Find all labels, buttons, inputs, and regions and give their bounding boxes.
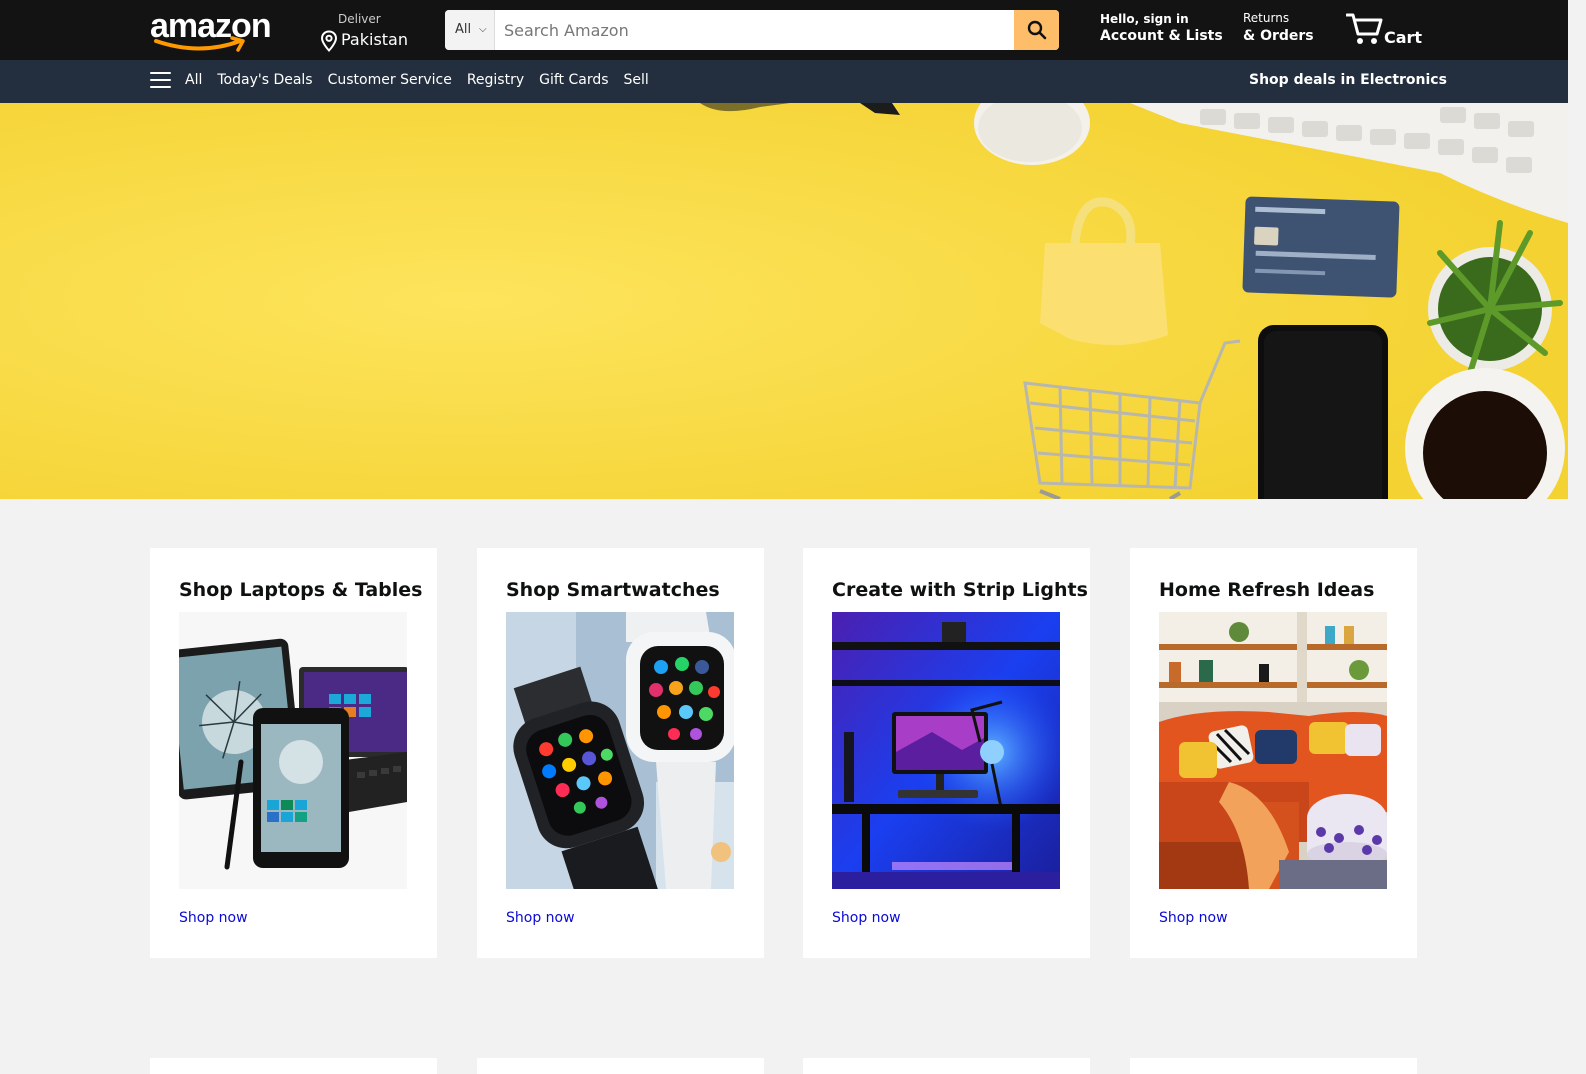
nav-item-registry[interactable]: Registry <box>467 72 524 88</box>
deliver-label: Deliver <box>338 12 381 26</box>
hamburger-menu-icon[interactable] <box>150 72 171 88</box>
card-title: Home Refresh Ideas <box>1159 579 1375 601</box>
cart-label: Cart <box>1384 28 1423 47</box>
location-pin-icon <box>320 30 338 52</box>
account-label: Account & Lists <box>1100 28 1223 44</box>
card-title: Shop Smartwatches <box>506 579 720 601</box>
search-button[interactable] <box>1014 10 1059 50</box>
nav-bar: All Today's Deals Customer Service Regis… <box>0 60 1568 103</box>
nav-menu: All Today's Deals Customer Service Regis… <box>150 72 664 88</box>
card-home-refresh: Home Refresh Ideas Shop now <box>1130 548 1417 958</box>
shop-now-link[interactable]: Shop now <box>1159 910 1228 926</box>
hero-banner[interactable] <box>0 103 1568 499</box>
card-image-home-refresh[interactable] <box>1159 612 1387 889</box>
card-title: Create with Strip Lights <box>832 579 1088 601</box>
orders-label: & Orders <box>1243 28 1314 44</box>
top-header: amazon Deliver Pakistan All ⌵ Hello, sig… <box>0 0 1568 60</box>
nav-item-sell[interactable]: Sell <box>624 72 649 88</box>
page-scrollbar[interactable] <box>1568 0 1586 1074</box>
shop-now-link[interactable]: Shop now <box>179 910 248 926</box>
magnifier-icon <box>1027 20 1046 40</box>
chevron-down-icon: ⌵ <box>479 24 487 35</box>
search-category-select[interactable]: All ⌵ <box>445 10 495 50</box>
card-title: Shop Laptops & Tables <box>179 579 423 601</box>
card-next-row <box>477 1058 764 1074</box>
card-image-strip-lights[interactable] <box>832 612 1060 889</box>
nav-item-gift-cards[interactable]: Gift Cards <box>539 72 608 88</box>
returns-orders[interactable]: Returns & Orders <box>1243 11 1314 44</box>
amazon-logo[interactable]: amazon <box>150 6 282 54</box>
account-greeting: Hello, sign in <box>1100 12 1189 26</box>
account-lists[interactable]: Hello, sign in Account & Lists <box>1100 12 1223 44</box>
card-strip-lights: Create with Strip Lights Shop now <box>803 548 1090 958</box>
shopping-cart-icon <box>1346 13 1383 44</box>
shop-now-link[interactable]: Shop now <box>506 910 575 926</box>
nav-promo-link[interactable]: Shop deals in Electronics <box>1249 72 1447 88</box>
search-category-value: All <box>455 22 472 37</box>
card-next-row <box>803 1058 1090 1074</box>
nav-item-customer-service[interactable]: Customer Service <box>328 72 452 88</box>
cart-button[interactable]: Cart <box>1346 9 1422 49</box>
card-smartwatches: Shop Smartwatches Shop now <box>477 548 764 958</box>
card-laptops: Shop Laptops & Tables Shop now <box>150 548 437 958</box>
shop-now-link[interactable]: Shop now <box>832 910 901 926</box>
nav-item-todays-deals[interactable]: Today's Deals <box>217 72 312 88</box>
card-next-row <box>150 1058 437 1074</box>
search-input[interactable] <box>495 10 1014 50</box>
returns-label: Returns <box>1243 11 1290 25</box>
logo-smile-icon <box>154 36 245 52</box>
card-image-smartwatches[interactable] <box>506 612 734 889</box>
hero-image <box>0 103 1568 499</box>
card-image-laptops[interactable] <box>179 612 407 889</box>
deliver-country: Pakistan <box>341 30 408 49</box>
nav-item-all[interactable]: All <box>185 72 202 88</box>
search-bar: All ⌵ <box>445 10 1059 50</box>
card-next-row <box>1130 1058 1417 1074</box>
